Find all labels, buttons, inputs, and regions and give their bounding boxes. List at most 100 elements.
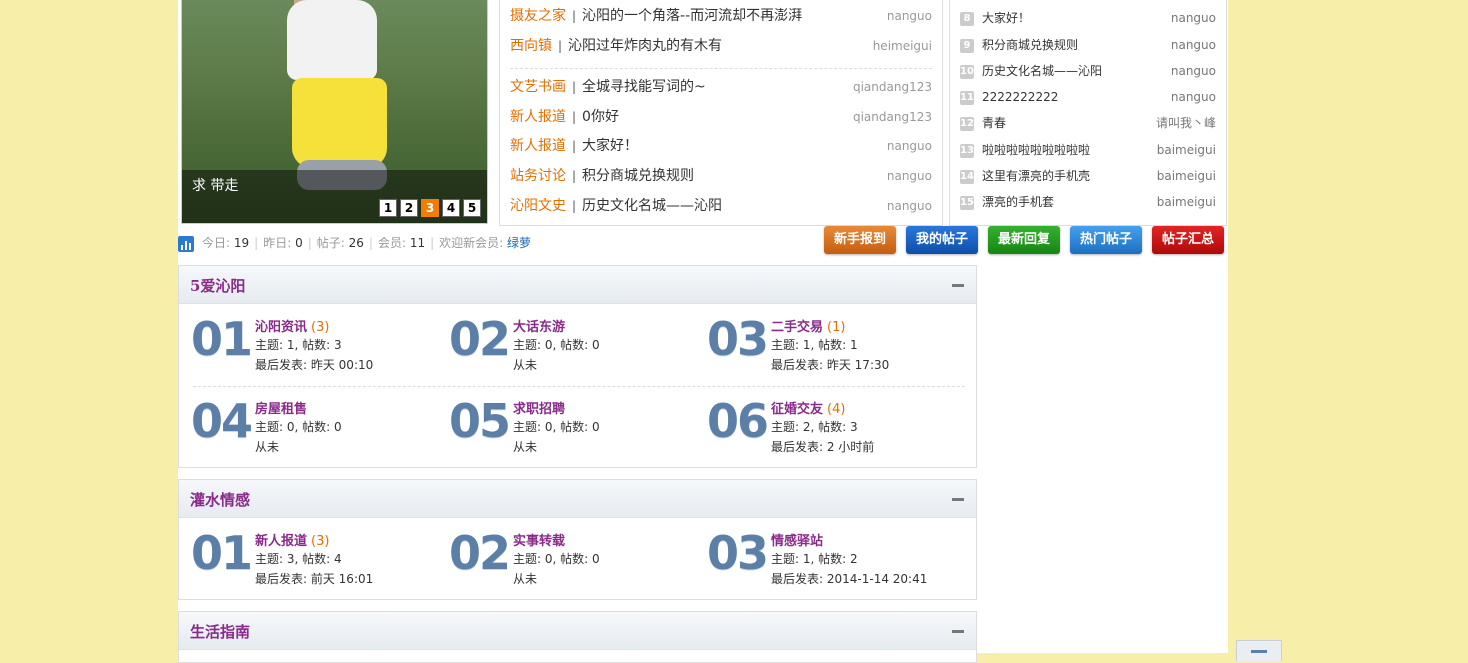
slider-pager: 1 2 3 4 5 bbox=[379, 199, 481, 217]
hot-posts-button[interactable]: 热门帖子 bbox=[1070, 226, 1142, 254]
forum-last-post: 从未 bbox=[255, 440, 280, 454]
section-title[interactable]: 5爱沁阳 bbox=[190, 275, 245, 296]
thread-row: 文艺书画 | 全城寻找能写词的~ qiandang123 bbox=[510, 77, 932, 97]
thread-author[interactable]: qiandang123 bbox=[853, 77, 932, 97]
rank-author[interactable]: nanguo bbox=[1171, 88, 1216, 106]
slider-page-2[interactable]: 2 bbox=[400, 199, 418, 217]
rank-number: 9 bbox=[960, 38, 974, 53]
thread-title-link[interactable]: 沁阳的一个角落--而河流却不再澎湃 bbox=[582, 8, 802, 24]
image-slider[interactable]: 求 带走 1 2 3 4 5 bbox=[181, 0, 488, 224]
rank-title-link[interactable]: 2222222222 bbox=[982, 90, 1058, 104]
slider-page-5[interactable]: 5 bbox=[463, 199, 481, 217]
rank-author[interactable]: nanguo bbox=[1171, 36, 1216, 54]
forum-item: 06 征婚交友 (4) 主题: 2, 帖数: 3 最后发表: 2 小时前 bbox=[707, 396, 957, 462]
thread-title-link[interactable]: 历史文化名城——沁阳 bbox=[582, 198, 722, 214]
collapse-icon[interactable] bbox=[952, 498, 964, 501]
rank-author[interactable]: nanguo bbox=[1171, 62, 1216, 80]
stat-yesterday: 0 bbox=[295, 236, 303, 250]
newest-member-link[interactable]: 绿萝 bbox=[507, 236, 531, 250]
slider-page-3[interactable]: 3 bbox=[421, 199, 439, 217]
my-posts-button[interactable]: 我的帖子 bbox=[906, 226, 978, 254]
section-title[interactable]: 生活指南 bbox=[190, 621, 250, 642]
rank-author[interactable]: baimeigui bbox=[1157, 167, 1216, 185]
thread-title-link[interactable]: 大家好！ bbox=[582, 138, 638, 154]
rank-title-link[interactable]: 青春 bbox=[982, 116, 1006, 130]
thread-category-link[interactable]: 沁阳文史 bbox=[510, 198, 566, 214]
thread-title-link[interactable]: 积分商城兑换规则 bbox=[582, 168, 694, 184]
latest-replies-button[interactable]: 最新回复 bbox=[988, 226, 1060, 254]
back-to-top-button[interactable] bbox=[1236, 640, 1282, 661]
list-item: 11 2222222222 nanguo bbox=[960, 88, 1216, 106]
ranked-threads-list: 8 大家好！ nanguo 9 积分商城兑换规则 nanguo 10 历史文化名城——沁阳… bbox=[949, 0, 1227, 226]
thread-author[interactable]: qiandang123 bbox=[853, 107, 932, 127]
forum-stats: 主题: 1, 帖数: 3 bbox=[255, 338, 342, 352]
forum-stats: 今日: 19 | 昨日: 0 | 帖子: 26 | 会员: 11 | 欢迎新会员: 绿萝 bbox=[178, 233, 531, 253]
list-item: 13 啦啦啦啦啦啦啦啦啦 baimeigui bbox=[960, 141, 1216, 159]
forum-number: 03 bbox=[707, 312, 769, 366]
forum-last-post[interactable]: 最后发表: 2014-1-14 20:41 bbox=[771, 570, 927, 587]
rank-title-link[interactable]: 积分商城兑换规则 bbox=[982, 38, 1078, 52]
rank-title-link[interactable]: 大家好！ bbox=[982, 11, 1030, 25]
slider-page-1[interactable]: 1 bbox=[379, 199, 397, 217]
forum-name-link[interactable]: 新人报道 bbox=[255, 534, 307, 549]
forum-name-link[interactable]: 沁阳资讯 bbox=[255, 320, 307, 335]
stat-posts: 26 bbox=[348, 236, 364, 250]
section-header[interactable]: 生活指南 bbox=[179, 612, 976, 650]
thread-title-link[interactable]: 全城寻找能写词的~ bbox=[582, 79, 706, 95]
thread-title-link[interactable]: 0你好 bbox=[582, 109, 619, 125]
slider-page-4[interactable]: 4 bbox=[442, 199, 460, 217]
forum-item: 02 大话东游 主题: 0, 帖数: 0 从未 bbox=[449, 314, 699, 380]
newbie-report-button[interactable]: 新手报到 bbox=[824, 226, 896, 254]
forum-name-link[interactable]: 情感驿站 bbox=[771, 534, 823, 549]
thread-category-link[interactable]: 文艺书画 bbox=[510, 79, 566, 95]
thread-row: 新人报道 | 0你好 qiandang123 bbox=[510, 107, 932, 127]
rank-author[interactable]: baimeigui bbox=[1157, 193, 1216, 211]
thread-category-link[interactable]: 新人报道 bbox=[510, 109, 566, 125]
thread-author[interactable]: nanguo bbox=[887, 196, 932, 216]
forum-name-link[interactable]: 求职招聘 bbox=[513, 402, 565, 417]
forum-stats: 主题: 2, 帖数: 3 bbox=[771, 420, 858, 434]
list-item: 10 历史文化名城——沁阳 nanguo bbox=[960, 62, 1216, 80]
forum-name-link[interactable]: 征婚交友 bbox=[771, 402, 823, 417]
list-item: 15 漂亮的手机套 baimeigui bbox=[960, 193, 1216, 211]
forum-section: 生活指南 bbox=[178, 611, 977, 663]
rank-title-link[interactable]: 这里有漂亮的手机壳 bbox=[982, 169, 1090, 183]
rank-author[interactable]: 请叫我丶峰 bbox=[1156, 114, 1216, 132]
thread-author[interactable]: nanguo bbox=[887, 136, 932, 156]
section-header[interactable]: 灌水情感 bbox=[179, 480, 976, 518]
rank-title-link[interactable]: 历史文化名城——沁阳 bbox=[982, 64, 1102, 78]
forum-last-post[interactable]: 最后发表: 昨天 00:10 bbox=[255, 356, 373, 373]
thread-category-link[interactable]: 摄友之家 bbox=[510, 8, 566, 24]
thread-author[interactable]: nanguo bbox=[887, 6, 932, 26]
forum-name-link[interactable]: 房屋租售 bbox=[255, 402, 307, 417]
thread-category-link[interactable]: 站务讨论 bbox=[510, 168, 566, 184]
section-title[interactable]: 灌水情感 bbox=[190, 489, 250, 510]
stat-today: 19 bbox=[233, 236, 250, 250]
thread-category-link[interactable]: 西向镇 bbox=[510, 38, 552, 54]
forum-last-post: 从未 bbox=[513, 440, 538, 454]
thread-author[interactable]: heimeigui bbox=[873, 36, 932, 56]
rank-title-link[interactable]: 啦啦啦啦啦啦啦啦啦 bbox=[982, 143, 1090, 157]
rank-number: 14 bbox=[960, 169, 974, 184]
thread-category-link[interactable]: 新人报道 bbox=[510, 138, 566, 154]
forum-item: 03 二手交易 (1) 主题: 1, 帖数: 1 最后发表: 昨天 17:30 bbox=[707, 312, 957, 380]
forum-last-post[interactable]: 最后发表: 2 小时前 bbox=[771, 438, 874, 455]
latest-threads-list: 摄友之家 | 沁阳的一个角落--而河流却不再澎湃 nanguo 西向镇 | 沁阳过年炸肉… bbox=[499, 0, 943, 226]
posts-summary-button[interactable]: 帖子汇总 bbox=[1152, 226, 1224, 254]
rank-author[interactable]: baimeigui bbox=[1157, 141, 1216, 159]
thread-title-link[interactable]: 沁阳过年炸肉丸的有木有 bbox=[568, 38, 722, 54]
forum-name-link[interactable]: 实事转载 bbox=[513, 534, 565, 549]
rank-author[interactable]: nanguo bbox=[1171, 9, 1216, 27]
forum-last-post[interactable]: 最后发表: 前天 16:01 bbox=[255, 570, 373, 587]
forum-name-link[interactable]: 大话东游 bbox=[513, 320, 565, 335]
forum-last-post[interactable]: 最后发表: 昨天 17:30 bbox=[771, 356, 889, 373]
slide-caption[interactable]: 求 带走 bbox=[192, 175, 238, 195]
thread-author[interactable]: nanguo bbox=[887, 166, 932, 186]
collapse-icon[interactable] bbox=[952, 284, 964, 287]
section-header[interactable]: 5爱沁阳 bbox=[179, 266, 976, 304]
collapse-icon[interactable] bbox=[952, 630, 964, 633]
forum-stats: 主题: 0, 帖数: 0 bbox=[513, 420, 600, 434]
rank-title-link[interactable]: 漂亮的手机套 bbox=[982, 195, 1054, 209]
forum-name-link[interactable]: 二手交易 bbox=[771, 320, 823, 335]
forum-item: 04 房屋租售 主题: 0, 帖数: 0 从未 bbox=[191, 396, 441, 462]
